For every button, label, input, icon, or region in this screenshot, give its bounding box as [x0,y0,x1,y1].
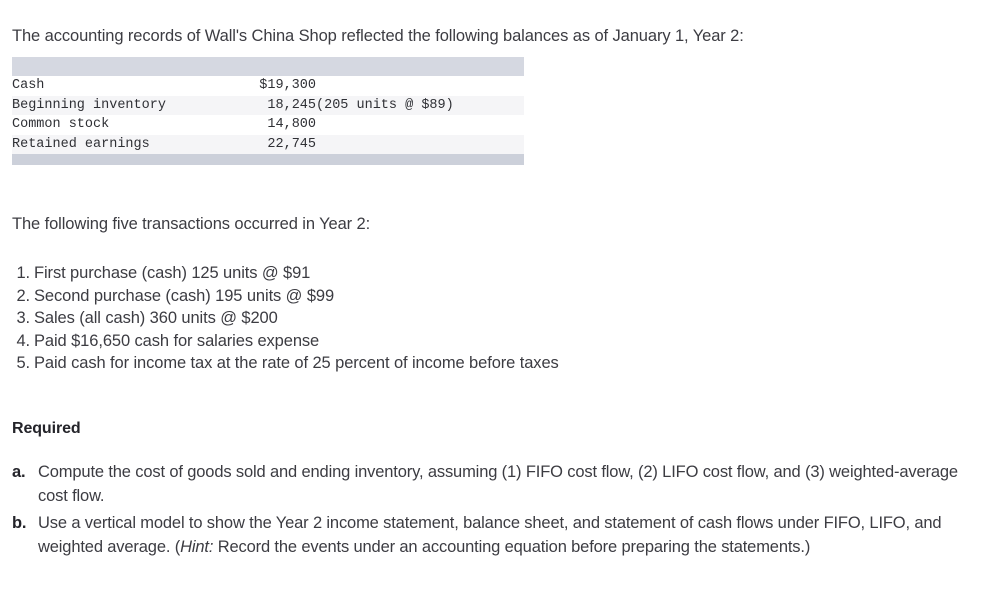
row-label: Beginning inventory [12,95,244,115]
row-label: Retained earnings [12,134,244,154]
hint-label: Hint: [180,537,214,556]
row-label: Cash [12,76,244,96]
row-amount: 22,745 [244,134,316,154]
list-item: 5. Paid cash for income tax at the rate … [12,352,912,375]
list-item-number: 2. [16,286,30,305]
list-item: 3. Sales (all cash) 360 units @ $200 [12,307,912,330]
row-note [316,76,524,96]
list-item: 2. Second purchase (cash) 195 units @ $9… [12,285,912,308]
required-item-a: a. Compute the cost of goods sold and en… [12,461,980,508]
row-note: (205 units @ $89) [316,95,524,115]
required-item-b: b. Use a vertical model to show the Year… [12,512,980,559]
table-header-band [12,57,524,76]
required-item-marker: b. [12,514,27,532]
row-note [316,115,524,135]
required-item-text: Compute the cost of goods sold and endin… [38,463,958,505]
required-item-marker: a. [12,463,26,481]
table-row: Cash $19,300 [12,76,524,96]
list-item-text: First purchase (cash) 125 units @ $91 [34,264,311,282]
table-row: Retained earnings 22,745 [12,134,524,154]
list-item-number: 1. [16,264,30,282]
list-item-text: Paid cash for income tax at the rate of … [34,354,559,372]
row-amount: 18,245 [244,95,316,115]
row-amount: 14,800 [244,115,316,135]
row-note [316,134,524,154]
intro-paragraph: The accounting records of Wall's China S… [12,26,744,45]
row-amount: $19,300 [244,76,316,96]
list-item-number: 3. [16,309,30,327]
transactions-intro: The following five transactions occurred… [12,214,371,233]
list-item: 4. Paid $16,650 cash for salaries expens… [12,330,912,353]
required-item-text-after-hint: Record the events under an accounting eq… [213,537,811,556]
list-item-number: 4. [16,331,30,350]
required-heading: Required [12,420,81,437]
list-item-text: Paid $16,650 cash for salaries expense [34,331,320,350]
row-label: Common stock [12,115,244,135]
table-footer-band [12,154,524,165]
list-item-number: 5. [16,354,30,372]
required-list: a. Compute the cost of goods sold and en… [12,461,980,563]
list-item: 1. First purchase (cash) 125 units @ $91 [12,262,912,285]
balances-table: Cash $19,300 Beginning inventory 18,245 … [12,57,524,165]
transactions-list: 1. First purchase (cash) 125 units @ $91… [12,262,912,375]
list-item-text: Sales (all cash) 360 units @ $200 [34,309,278,327]
table-row: Beginning inventory 18,245 (205 units @ … [12,95,524,115]
table-row: Common stock 14,800 [12,115,524,135]
problem-page: The accounting records of Wall's China S… [0,0,989,594]
list-item-text: Second purchase (cash) 195 units @ $99 [34,286,335,305]
